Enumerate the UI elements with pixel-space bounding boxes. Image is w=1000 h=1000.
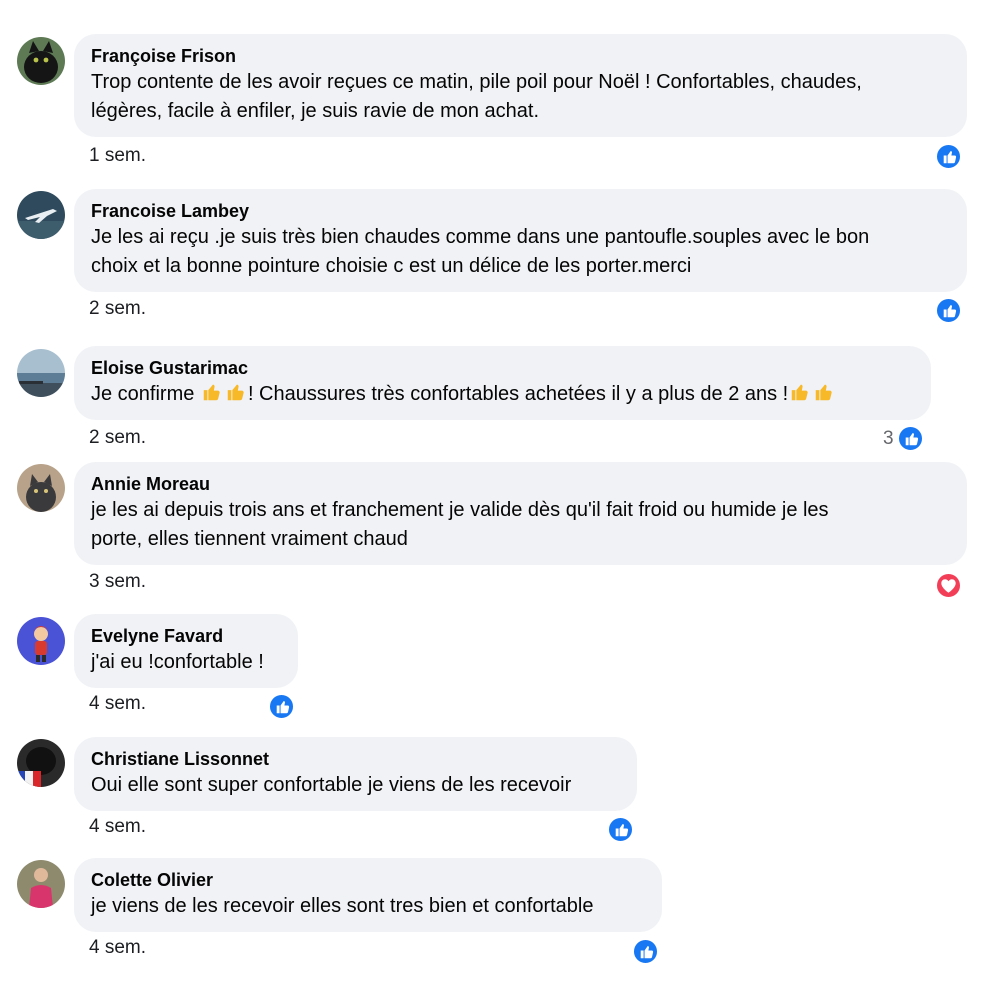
comment-bubble: Colette Olivier je viens de les recevoir… [74,858,662,932]
comment-time[interactable]: 1 sem. [89,145,146,167]
comment-author[interactable]: Françoise Frison [91,46,236,66]
comment-bubble: Eloise Gustarimac Je confirme ! Chaussur… [74,346,931,420]
like-icon [943,151,957,164]
avatar-seaside-icon [17,349,65,397]
comment-text-line: légères, facile à enfiler, je suis ravie… [91,100,540,122]
comment-author[interactable]: Evelyne Favard [91,626,223,646]
comment-author[interactable]: Christiane Lissonnet [91,749,269,769]
like-icon [276,701,290,714]
comment-time[interactable]: 4 sem. [89,816,146,838]
comment-time[interactable]: 3 sem. [89,571,146,593]
reaction-count[interactable]: 3 [883,428,894,450]
avatar-airplane-icon [17,191,65,239]
like-reaction-badge[interactable] [935,297,962,324]
comment-bubble: Francoise Lambey Je les ai reçu .je suis… [74,189,967,292]
comment-text-line: porte, elles tiennent vraiment chaud [91,528,408,550]
comment-bubble: Françoise Frison Trop contente de les av… [74,34,967,137]
comment-text-line: Trop contente de les avoir reçues ce mat… [91,71,862,93]
comment-time[interactable]: 4 sem. [89,693,146,715]
like-icon [943,305,957,318]
like-reaction-badge[interactable] [607,816,634,843]
avatar[interactable] [17,191,65,239]
like-icon [905,433,919,446]
comment-author[interactable]: Annie Moreau [91,474,210,494]
heart-icon [941,579,956,593]
comment-bubble: Annie Moreau je les ai depuis trois ans … [74,462,967,565]
comment-text-line: choix et la bonne pointure choisie c est… [91,255,692,277]
thumbs-up-emoji [203,384,220,401]
like-reaction-badge[interactable] [268,693,295,720]
comment-text-line: je les ai depuis trois ans et franchemen… [91,499,829,521]
comment-time[interactable]: 2 sem. [89,298,146,320]
like-reaction-badge[interactable] [632,938,659,965]
thumbs-up-emoji [227,384,244,401]
comment-text-line: je viens de les recevoir elles sont tres… [91,895,594,917]
avatar[interactable] [17,37,65,85]
comment-author[interactable]: Francoise Lambey [91,201,249,221]
comment-text-line: Je les ai reçu .je suis très bien chaude… [91,226,870,248]
love-reaction-badge[interactable] [935,572,962,599]
avatar[interactable] [17,464,65,512]
comment-bubble: Christiane Lissonnet Oui elle sont super… [74,737,637,811]
avatar[interactable] [17,349,65,397]
comment-time[interactable]: 2 sem. [89,427,146,449]
comment-text-line: Je confirme ! Chaussures très confortabl… [91,380,836,409]
thumbs-up-emoji [815,384,832,401]
comment-author[interactable]: Colette Olivier [91,870,213,890]
comment-text-part: ! Chaussures très confortables achetées … [247,383,789,405]
thumbs-up-emoji [791,384,808,401]
comment-text-part: Je confirme [91,383,200,405]
avatar[interactable] [17,617,65,665]
like-icon [615,824,629,837]
comment-text-line: Oui elle sont super confortable je viens… [91,774,572,796]
avatar-cat-icon [17,464,65,512]
like-reaction-badge[interactable] [897,425,924,452]
avatar[interactable] [17,739,65,787]
comment-author[interactable]: Eloise Gustarimac [91,358,248,378]
avatar-black-cat-icon [17,37,65,85]
avatar[interactable] [17,860,65,908]
like-icon [640,946,654,959]
comment-bubble: Evelyne Favard j'ai eu !confortable ! [74,614,298,688]
avatar-dog-flag-icon [17,739,65,787]
avatar-cartoon-icon [17,617,65,665]
comment-text-line: j'ai eu !confortable ! [91,651,264,673]
avatar-person-icon [17,860,65,908]
comment-time[interactable]: 4 sem. [89,937,146,959]
like-reaction-badge[interactable] [935,143,962,170]
